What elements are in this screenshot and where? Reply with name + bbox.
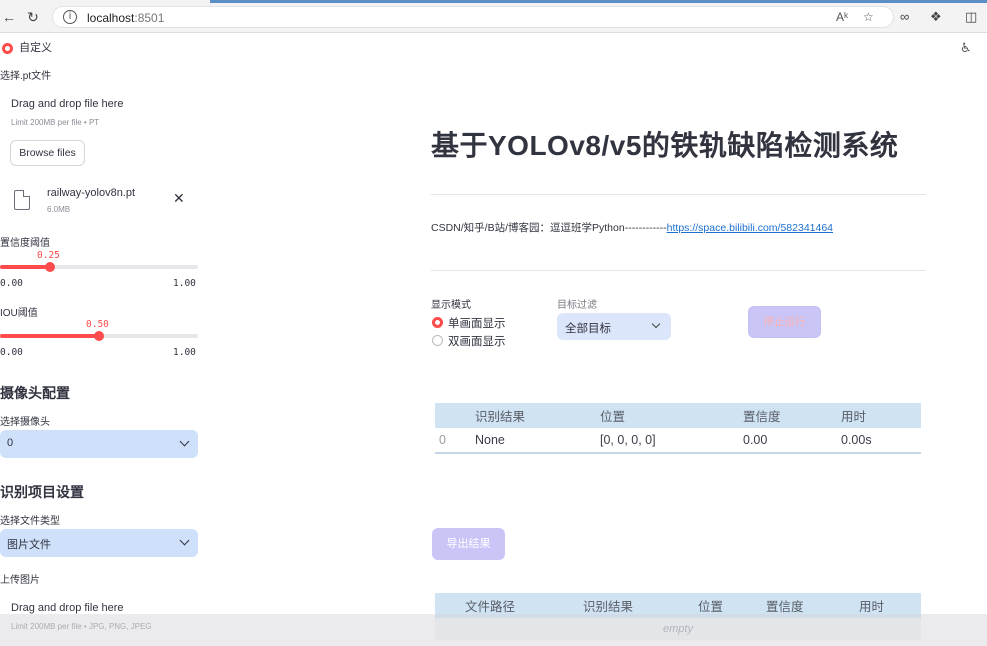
conf-slider-fill [0, 265, 50, 269]
iou-min: 0.00 [0, 347, 23, 358]
conf-max: 1.00 [173, 278, 196, 289]
target-filter-value: 全部目标 [565, 323, 611, 335]
pt-file-label: 选择.pt文件 [0, 71, 52, 82]
address-bar[interactable]: i localhost:8501 Aᵏ ☆ [52, 6, 894, 28]
refresh-icon[interactable]: ↻ [24, 8, 42, 26]
extensions-icon[interactable]: ❖ [930, 8, 942, 26]
radio-unselected-icon [432, 335, 443, 347]
browse-files-button[interactable]: Browse files [10, 140, 85, 166]
camera-label: 选择摄像头 [0, 417, 50, 428]
target-filter-select[interactable]: 全部目标 [557, 313, 671, 340]
display-option-dual[interactable]: 双画面显示 [432, 333, 506, 349]
iou-slider[interactable] [0, 331, 198, 341]
chevron-down-icon [651, 319, 661, 329]
infinity-icon[interactable]: ∞ [900, 8, 909, 26]
table-header-cell: 识别结果 [475, 403, 600, 428]
conf-min: 0.00 [0, 278, 23, 289]
stop-button[interactable]: 停止运行 [748, 306, 821, 338]
conf-slider-thumb[interactable] [44, 262, 55, 272]
iou-label: IOU阈值 [0, 308, 38, 319]
page-title: 基于YOLOv8/v5的铁轨缺陷检测系统 [431, 130, 899, 161]
split-screen-icon[interactable]: ◫ [965, 8, 977, 26]
credit-text: CSDN/知乎/B站/博客园：逗逗班学Python------------ [431, 222, 667, 234]
table-header-cell [435, 403, 475, 428]
recognition-section-header: 识别项目设置 [0, 484, 84, 500]
table-cell: 0.00s [841, 433, 872, 447]
table-header-row: 识别结果 位置 置信度 用时 [435, 403, 921, 428]
table-cell: None [475, 433, 505, 447]
filetype-select-value: 图片文件 [7, 539, 51, 551]
bottom-overlay [0, 614, 987, 646]
table-cell: 0.00 [743, 433, 768, 447]
display-mode-label: 显示模式 [431, 300, 471, 311]
remove-file-icon[interactable]: ✕ [173, 190, 185, 207]
custom-model-radio[interactable]: 自定义 [2, 39, 52, 55]
upload-image-label: 上传图片 [0, 575, 40, 586]
uploaded-file-name: railway-yolov8n.pt [47, 187, 136, 199]
iou-slider-thumb[interactable] [94, 331, 104, 341]
camera-select-value: 0 [7, 437, 14, 449]
iou-value: 0.50 [86, 319, 109, 330]
site-info-icon[interactable]: i [63, 10, 77, 24]
credit-link[interactable]: https://space.bilibili.com/582341464 [667, 222, 833, 234]
filetype-select[interactable]: 图片文件 [0, 529, 198, 557]
credit-line: CSDN/知乎/B站/博客园：逗逗班学Python------------htt… [431, 220, 833, 235]
display-option-single[interactable]: 单画面显示 [432, 315, 506, 331]
export-button[interactable]: 导出结果 [432, 528, 505, 560]
tab-accent-line [210, 0, 987, 3]
row-index: 0 [439, 433, 446, 447]
chevron-down-icon [179, 436, 190, 447]
table-header-cell: 用时 [841, 403, 921, 428]
sidebar: 自定义 选择.pt文件 Drag and drop file here Limi… [0, 33, 210, 646]
target-filter-label: 目标过滤 [557, 300, 597, 311]
uploader-title: Drag and drop file here [11, 98, 124, 110]
table-cell: [0, 0, 0, 0] [600, 433, 656, 447]
file-icon [14, 190, 30, 210]
browser-toolbar: ← ↻ i localhost:8501 Aᵏ ☆ ∞ ❖ ◫ [0, 0, 987, 33]
divider [431, 194, 926, 195]
favorite-star-icon[interactable]: ☆ [863, 10, 874, 24]
conf-slider[interactable] [0, 262, 198, 272]
conf-value: 0.25 [37, 250, 60, 261]
pt-file-uploader[interactable]: Drag and drop file here Limit 200MB per … [0, 88, 198, 168]
uploaded-file-size: 6.0MB [47, 205, 71, 214]
filetype-label: 选择文件类型 [0, 516, 60, 527]
uploader-title: Drag and drop file here [11, 602, 124, 614]
conf-label: 置信度阈值 [0, 238, 50, 249]
uploader-limit: Limit 200MB per file • PT [11, 118, 100, 127]
divider [431, 270, 926, 271]
accessibility-icon[interactable]: ♿ [960, 40, 972, 56]
custom-model-label: 自定义 [19, 42, 53, 54]
read-aloud-icon[interactable]: Aᵏ [836, 10, 848, 24]
radio-selected-icon [432, 317, 443, 329]
table-header-cell: 位置 [600, 403, 743, 428]
table-row: 0 None [0, 0, 0, 0] 0.00 0.00s [435, 428, 921, 453]
camera-section-header: 摄像头配置 [0, 385, 70, 401]
url-text: localhost:8501 [87, 11, 165, 25]
table-header-cell: 置信度 [743, 403, 841, 428]
chevron-down-icon [179, 535, 190, 546]
iou-max: 1.00 [173, 347, 196, 358]
iou-slider-fill [0, 334, 99, 338]
main-content: 基于YOLOv8/v5的铁轨缺陷检测系统 CSDN/知乎/B站/博客园：逗逗班学… [210, 33, 987, 646]
radio-selected-icon [2, 42, 13, 54]
camera-select[interactable]: 0 [0, 430, 198, 458]
back-icon[interactable]: ← [0, 8, 18, 26]
result-table: 识别结果 位置 置信度 用时 0 None [0, 0, 0, 0] 0.00 … [435, 403, 921, 454]
